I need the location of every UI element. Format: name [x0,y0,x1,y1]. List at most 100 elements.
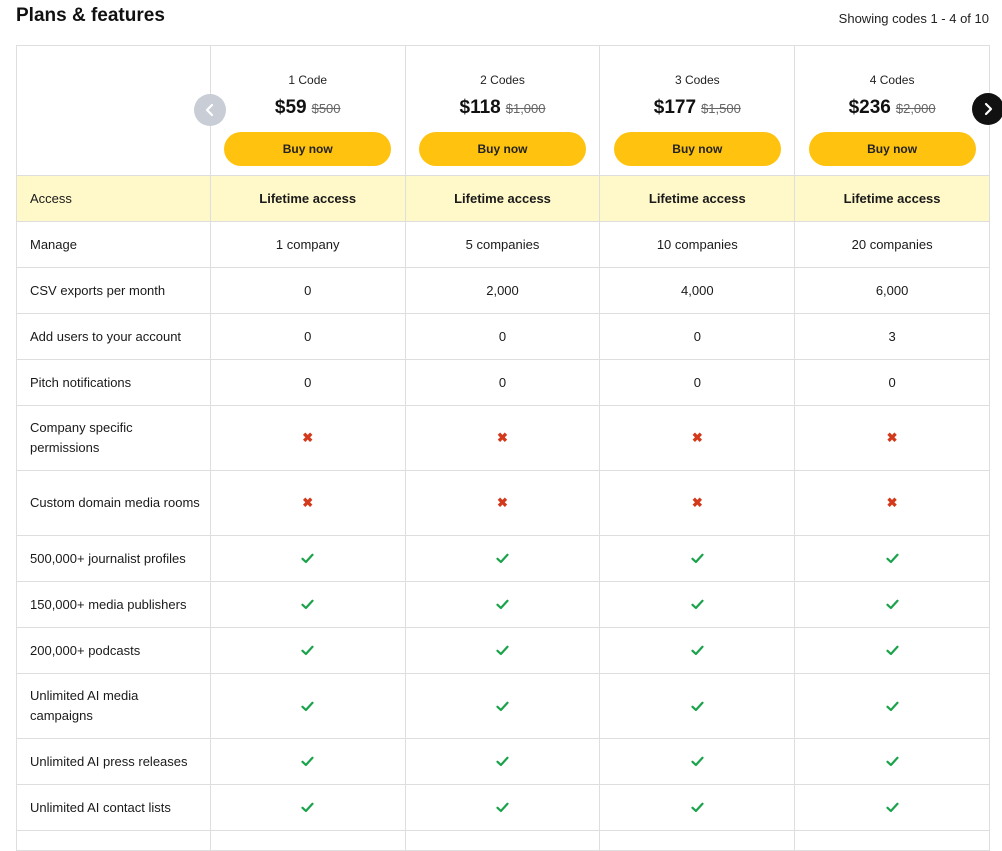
plan-name: 4 Codes [869,72,915,87]
feature-label: 150,000+ media publishers [17,582,211,628]
cross-icon: ✖ [497,430,508,445]
feature-value: 3 [795,314,990,360]
feature-row: Unlimited AI contact lists [17,785,990,831]
feature-value-excluded: ✖ [600,471,796,536]
buy-now-button-2[interactable]: Buy now [419,131,586,166]
plan-price: $177 [653,96,697,118]
feature-value-included [795,739,990,785]
feature-value-excluded: ✖ [210,406,406,471]
feature-value-included [210,785,406,831]
plan-price: $236 [848,96,891,118]
feature-label: Unlimited AI contact lists [17,785,211,831]
check-icon [496,756,509,767]
feature-value-excluded: ✖ [210,471,406,536]
check-icon [691,701,704,712]
check-icon [691,756,704,767]
chevron-left-icon [205,103,214,117]
feature-value: 0 [405,314,601,360]
feature-value: 0 [600,314,796,360]
feature-label: Unlimited AI media campaigns [17,674,211,739]
plan-price: $118 [459,96,501,118]
feature-row: Manage 1 company 5 companies 10 companies 20… [17,222,990,268]
header-empty-cell [17,46,211,176]
cross-icon: ✖ [691,430,703,445]
plan-name: 1 Code [288,72,328,87]
feature-value-included [600,785,796,831]
feature-value-excluded: ✖ [795,406,990,471]
feature-row: 500,000+ journalist profiles [17,536,990,582]
feature-label: Pitch notifications [17,360,211,406]
feature-value: 20 companies [795,222,990,268]
check-icon [885,599,899,610]
feature-value: 0 [795,360,990,406]
feature-label: Manage [17,222,211,268]
feature-value-included [600,536,796,582]
plan-column-2: 2 Codes $118 $1,000 Buy now [405,46,601,176]
check-icon [301,553,314,564]
feature-row: Custom domain media rooms ✖ ✖ ✖ ✖ [17,471,990,536]
feature-row: Unlimited AI media campaigns [17,674,990,739]
plan-price: $59 [274,96,307,118]
buy-now-button-3[interactable]: Buy now [613,131,781,166]
feature-value-included [405,628,601,674]
check-icon [885,701,899,712]
check-icon [691,553,704,564]
cross-icon: ✖ [302,430,314,445]
plan-column-3: 3 Codes $177 $1,500 Buy now [600,46,796,176]
cross-icon: ✖ [886,430,898,445]
feature-row: Company specific permissions ✖ ✖ ✖ ✖ [17,406,990,471]
plan-column-1: 1 Code $59 $500 Buy now [210,46,406,176]
access-row: Access Lifetime access Lifetime access Life… [17,176,990,222]
plan-name: 2 Codes [480,72,525,87]
feature-value-included [600,739,796,785]
cross-icon: ✖ [886,495,898,510]
plan-name: 3 Codes [674,72,720,87]
plan-original-price: $1,000 [505,100,546,116]
feature-rows: Access Lifetime access Lifetime access Life… [17,176,990,831]
feature-value-included [210,739,406,785]
feature-value: 10 companies [600,222,796,268]
showing-codes-count: Showing codes 1 - 4 of 10 [838,11,989,26]
feature-value: 1 company [210,222,406,268]
check-icon [496,599,509,610]
feature-value-included [600,582,796,628]
previous-plans-button[interactable] [194,94,226,126]
buy-now-button-1[interactable]: Buy now [224,131,392,166]
check-icon [885,802,899,813]
feature-value: Lifetime access [210,176,406,222]
page-title: Plans & features [16,5,165,26]
feature-value-included [405,674,601,739]
feature-row: Add users to your account 0 0 0 3 [17,314,990,360]
feature-value-included [795,674,990,739]
feature-value-included [210,628,406,674]
buy-now-button-4[interactable]: Buy now [808,131,976,166]
feature-value-included [405,739,601,785]
next-plans-button[interactable] [972,93,1002,125]
feature-value-included [405,785,601,831]
feature-value-included [405,582,601,628]
feature-value: 5 companies [405,222,601,268]
check-icon [301,645,314,656]
check-icon [301,756,314,767]
feature-value-included [600,674,796,739]
feature-value-included [405,536,601,582]
chevron-right-icon [984,102,993,116]
check-icon [301,701,314,712]
feature-row: 200,000+ podcasts [17,628,990,674]
check-icon [885,645,899,656]
check-icon [691,599,704,610]
feature-label: Add users to your account [17,314,211,360]
plan-original-price: $2,000 [895,100,936,116]
feature-value-included [210,536,406,582]
feature-row: 150,000+ media publishers [17,582,990,628]
feature-value-included [795,536,990,582]
feature-value: 4,000 [600,268,796,314]
feature-label: CSV exports per month [17,268,211,314]
feature-label: Company specific permissions [17,406,211,471]
plan-original-price: $500 [311,100,341,116]
feature-value-included [210,674,406,739]
feature-value-included [795,628,990,674]
feature-value-included [795,785,990,831]
feature-label: 500,000+ journalist profiles [17,536,211,582]
check-icon [691,802,704,813]
